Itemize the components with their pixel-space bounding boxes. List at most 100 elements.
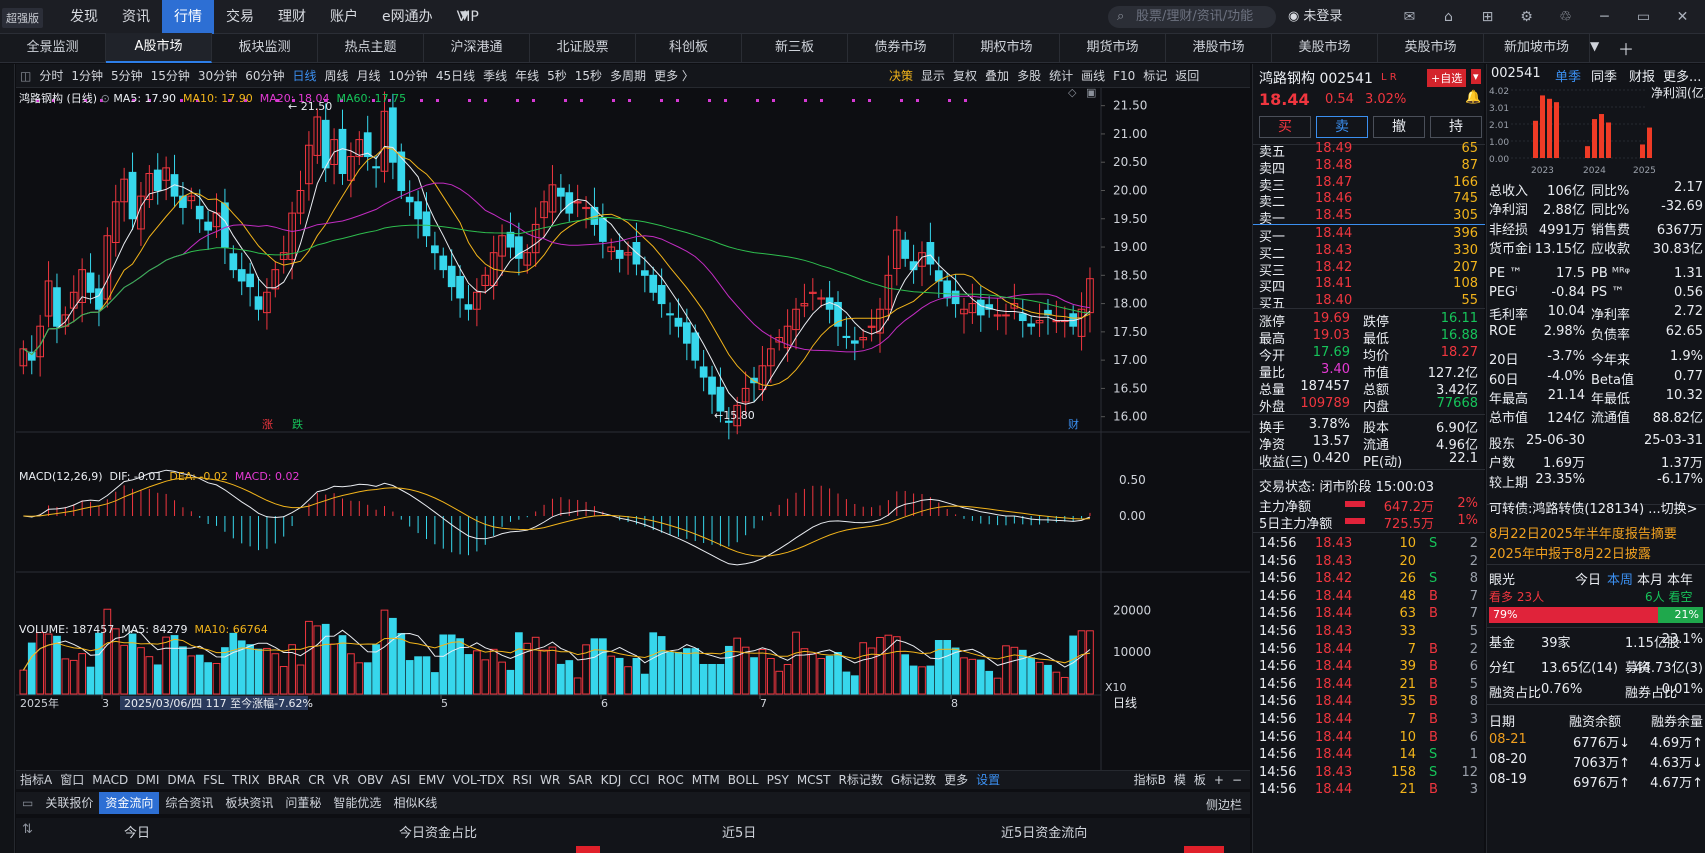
indicator-1[interactable]: 窗口 (56, 771, 88, 789)
candle[interactable] (1027, 323, 1036, 327)
fin-bar[interactable] (1585, 146, 1590, 158)
indicator-0[interactable]: 指标A (16, 771, 56, 789)
period-3[interactable]: 15分钟 (147, 64, 194, 88)
tool-8[interactable]: 标记 (1139, 64, 1171, 88)
period-0[interactable]: 分时 (35, 64, 67, 88)
indicator-19[interactable]: ROC (654, 771, 688, 789)
candle[interactable] (666, 313, 674, 316)
candle[interactable] (237, 269, 246, 282)
sell-button[interactable]: 卖 (1316, 116, 1368, 138)
asks-price[interactable]: 18.46 (1315, 191, 1352, 206)
nav-item-2[interactable]: 行情 (162, 0, 214, 34)
candle[interactable] (598, 217, 607, 242)
indicator-20[interactable]: MTM (688, 771, 724, 789)
candle[interactable] (951, 290, 960, 305)
fin-bar[interactable] (1599, 114, 1604, 158)
market-tab-11[interactable]: 港股市场 (1166, 34, 1272, 62)
remove-indicator-icon[interactable]: − (1228, 771, 1246, 789)
market-tab-12[interactable]: 美股市场 (1272, 34, 1378, 62)
convertible-bond-link[interactable]: 可转债:鸿路转债(128134) ...切换> (1489, 498, 1698, 517)
indicator-26[interactable]: 更多 (940, 771, 972, 789)
indicator-24[interactable]: R标记数 (835, 771, 887, 789)
lock-icon[interactable]: ⌂ (1429, 0, 1468, 34)
sort-icon[interactable]: ⇅ (22, 822, 33, 837)
cancel-order-button[interactable]: 撤 (1373, 116, 1425, 138)
market-tab-8[interactable]: 债券市场 (848, 34, 954, 62)
candle[interactable] (414, 201, 422, 220)
candle[interactable] (640, 270, 649, 276)
report-link-2[interactable]: 2025年中报于8月22日披露 (1489, 543, 1651, 562)
candle[interactable] (842, 335, 851, 339)
indicator-right-0[interactable]: 指标B (1130, 771, 1170, 789)
market-tab-3[interactable]: 热点主题 (318, 34, 424, 62)
market-tab-6[interactable]: 科创板 (636, 34, 742, 62)
period-10[interactable]: 45日线 (432, 64, 479, 88)
candle[interactable] (682, 322, 691, 344)
sidebar-toggle[interactable]: 侧边栏 (1206, 796, 1242, 813)
candle[interactable] (246, 273, 254, 288)
indicator-16[interactable]: SAR (564, 771, 596, 789)
nav-item-5[interactable]: 账户 (318, 0, 370, 34)
maximize-icon[interactable]: ▭ (1624, 0, 1663, 34)
bids-price[interactable]: 18.41 (1315, 276, 1352, 291)
bottom-tab-1[interactable]: 资金流向 (99, 792, 160, 814)
market-tab-1[interactable]: A股市场 (106, 33, 212, 63)
tool-4[interactable]: 多股 (1013, 64, 1045, 88)
candle[interactable] (464, 304, 473, 310)
nav-item-3[interactable]: 交易 (214, 0, 266, 34)
candle[interactable] (901, 239, 910, 259)
bottom-tab-5[interactable]: 智能优选 (327, 792, 387, 814)
watchlist-dropdown-icon[interactable]: ▾ (1471, 69, 1481, 84)
kline-chart[interactable]: 21.50 21.00 20.50 20.00 19.50 19.00 18.50 18.00… (16, 88, 1250, 770)
asks-price[interactable]: 18.45 (1315, 208, 1352, 223)
indicator-23[interactable]: MCST (793, 771, 835, 789)
nav-dropdown-icon[interactable]: ▼ (460, 8, 469, 22)
candle[interactable] (976, 299, 985, 316)
indicator-8[interactable]: CR (304, 771, 329, 789)
tool-6[interactable]: 画线 (1077, 64, 1109, 88)
market-tab-7[interactable]: 新三板 (742, 34, 848, 62)
market-tab-0[interactable]: 全景监测 (0, 34, 106, 62)
bottom-tab-4[interactable]: 问董秘 (279, 792, 327, 814)
candle[interactable] (229, 253, 238, 271)
indicator-11[interactable]: ASI (387, 771, 414, 789)
indicator-9[interactable]: VR (329, 771, 354, 789)
indicator-14[interactable]: RSI (509, 771, 537, 789)
candle[interactable] (615, 249, 624, 259)
market-tab-13[interactable]: 英股市场 (1378, 34, 1484, 62)
tool-5[interactable]: 统计 (1045, 64, 1077, 88)
tool-3[interactable]: 叠加 (981, 64, 1013, 88)
candle[interactable] (338, 128, 347, 175)
candle[interactable] (372, 166, 380, 169)
candle[interactable] (1002, 314, 1010, 317)
candle[interactable] (1018, 313, 1027, 322)
event-marker[interactable]: 涨 (262, 418, 273, 431)
report-link-1[interactable]: 8月22日2025年半年度报告摘要 (1489, 523, 1677, 542)
period-11[interactable]: 季线 (479, 64, 511, 88)
indicator-25[interactable]: G标记数 (887, 771, 940, 789)
bottom-toggle-icon[interactable]: ▭ (16, 792, 39, 814)
period-8[interactable]: 月线 (353, 64, 385, 88)
grid-icon[interactable]: ⊞ (1468, 0, 1507, 34)
tabs-more-icon[interactable]: ▼ (1590, 39, 1599, 53)
market-tab-14[interactable]: 新加坡市场 (1484, 34, 1590, 62)
tab-single-quarter[interactable]: 单季 (1555, 66, 1581, 85)
candle[interactable] (926, 242, 935, 265)
tab-same-quarter[interactable]: 同季 (1591, 66, 1617, 85)
candle[interactable] (506, 231, 515, 248)
candle[interactable] (716, 386, 725, 412)
bottom-tab-6[interactable]: 相似K线 (387, 792, 443, 814)
fin-bar[interactable] (1592, 119, 1597, 158)
skin-icon[interactable]: ♲ (1546, 0, 1585, 34)
candle[interactable] (850, 340, 859, 344)
candle[interactable] (657, 284, 666, 305)
buy-button[interactable]: 买 (1259, 116, 1311, 138)
candle[interactable] (179, 195, 187, 208)
fin-bar[interactable] (1640, 144, 1645, 158)
period-16[interactable]: 更多 〉 (650, 64, 698, 88)
period-1[interactable]: 1分钟 (67, 64, 107, 88)
period-2[interactable]: 5分钟 (107, 64, 147, 88)
nav-item-4[interactable]: 理财 (266, 0, 318, 34)
period-7[interactable]: 周线 (321, 64, 353, 88)
candle[interactable] (674, 317, 683, 327)
